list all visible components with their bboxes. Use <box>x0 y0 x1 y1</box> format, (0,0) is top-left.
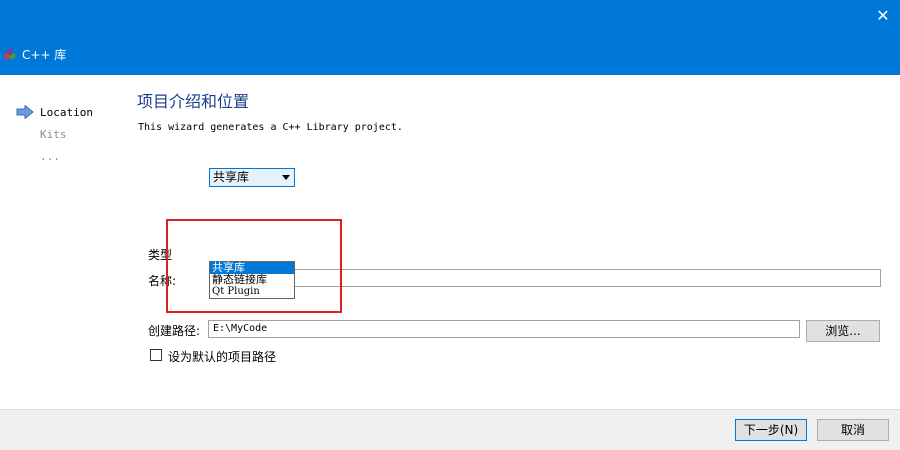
window-title: C++ 库 <box>22 48 67 62</box>
type-option-static[interactable]: 静态链接库 <box>210 274 294 286</box>
path-input[interactable]: E:\MyCode <box>208 320 800 338</box>
chevron-down-icon <box>282 175 290 180</box>
nav-step-location: Location <box>40 106 93 119</box>
close-icon: ✕ <box>876 5 890 25</box>
wizard-steps-nav: Location Kits ... <box>0 75 125 409</box>
nav-step-more: ... <box>40 150 60 163</box>
type-combobox-value: 共享库 <box>213 170 250 184</box>
name-label: 名称: <box>148 274 177 288</box>
next-button[interactable]: 下一步(N) <box>735 419 807 441</box>
qt-creator-icon <box>4 48 16 60</box>
name-input[interactable] <box>209 269 881 287</box>
type-option-qt-plugin[interactable]: Qt Plugin <box>210 286 294 298</box>
type-combobox[interactable]: 共享库 <box>209 168 295 187</box>
page-title: 项目介绍和位置 <box>137 92 250 111</box>
page-description: This wizard generates a C++ Library proj… <box>138 122 403 133</box>
default-path-checkbox[interactable] <box>150 349 162 361</box>
close-button[interactable]: ✕ <box>866 0 900 30</box>
type-dropdown-list: 共享库 静态链接库 Qt Plugin <box>209 261 295 299</box>
wizard-footer: 下一步(N) 取消 <box>0 409 900 450</box>
cancel-button[interactable]: 取消 <box>817 419 889 441</box>
browse-button[interactable]: 浏览... <box>806 320 880 342</box>
type-label: 类型 <box>148 248 173 262</box>
title-bar: C++ 库 ✕ <box>0 0 900 75</box>
default-path-label: 设为默认的项目路径 <box>168 350 277 364</box>
wizard-content: Location Kits ... 项目介绍和位置 This wizard ge… <box>0 75 900 409</box>
current-step-arrow-icon <box>16 105 34 119</box>
nav-step-kits: Kits <box>40 128 67 141</box>
path-label: 创建路径: <box>148 324 201 338</box>
